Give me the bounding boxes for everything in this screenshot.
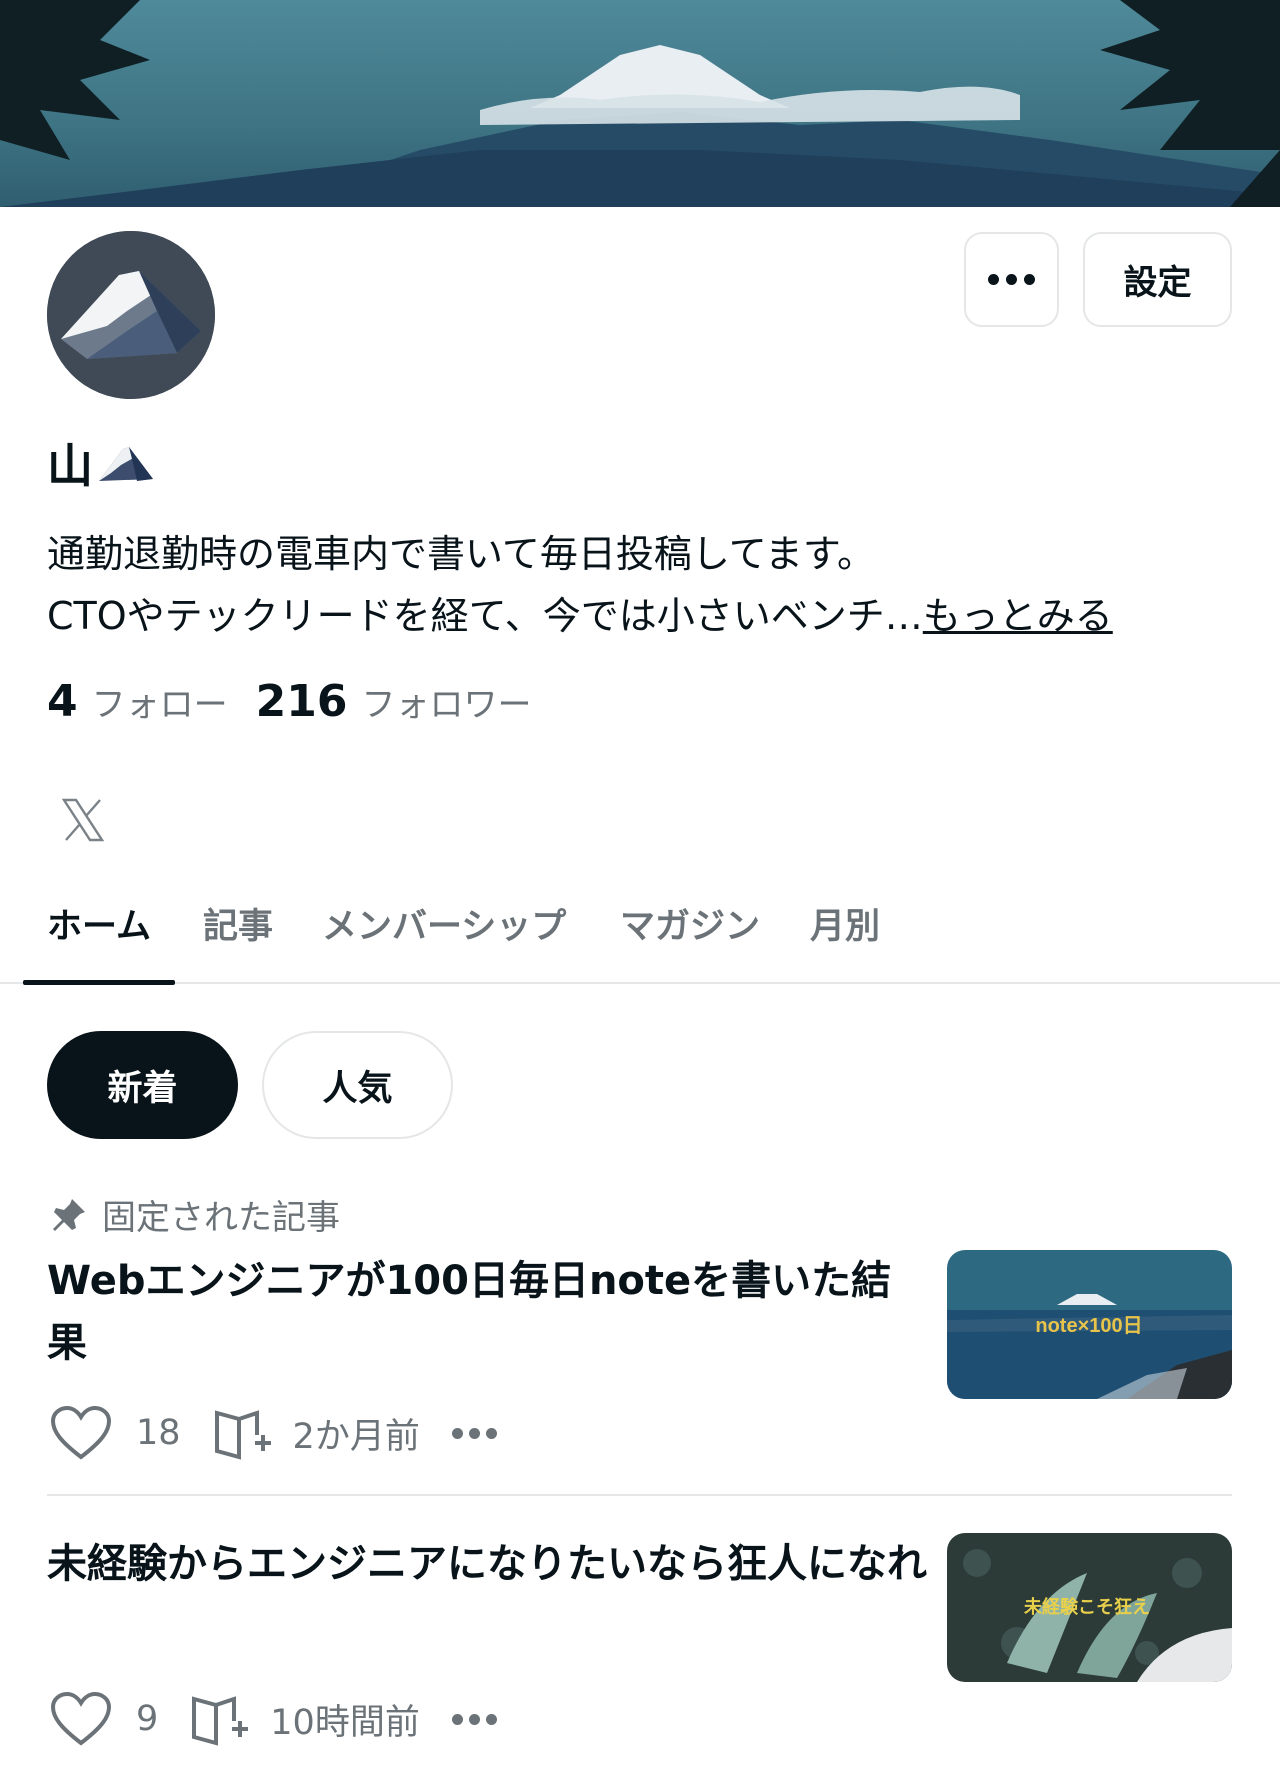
- pinned-label-text: 固定された記事: [102, 1198, 340, 1238]
- tab-home[interactable]: ホーム: [23, 890, 175, 985]
- avatar[interactable]: [47, 231, 215, 399]
- article-time: 10時間前: [270, 1702, 420, 1743]
- article-time: 2か月前: [292, 1416, 420, 1457]
- pinned-label: 固定された記事: [50, 1190, 340, 1239]
- profile-tabs: ホーム 記事 メンバーシップ マガジン 月別: [0, 890, 1280, 985]
- follower-label[interactable]: フォロワー: [361, 677, 531, 726]
- filter-popular-button[interactable]: 人気: [262, 1031, 453, 1139]
- bio-line-2: CTOやテックリードを経て、今では小さいベンチ…もっとみる: [47, 585, 1247, 647]
- follow-label[interactable]: フォロー: [92, 677, 228, 726]
- like-count: 9: [136, 1699, 159, 1739]
- article-more-icon[interactable]: [451, 1427, 497, 1439]
- divider: [47, 1494, 1232, 1496]
- follower-count[interactable]: 216: [256, 676, 348, 727]
- bio-line-1: 通勤退勤時の電車内で書いて毎日投稿してます。: [47, 532, 876, 576]
- x-twitter-icon[interactable]: [62, 798, 104, 842]
- article-more-icon[interactable]: [451, 1713, 497, 1725]
- bio-line-2-text: CTOやテックリードを経て、今では小さいベンチ…: [47, 594, 923, 638]
- filter-new-button[interactable]: 新着: [47, 1031, 238, 1139]
- profile-name: 山: [47, 430, 155, 496]
- follow-count[interactable]: 4: [47, 676, 78, 727]
- article-title[interactable]: 未経験からエンジニアになりたいなら狂人になれ: [47, 1533, 927, 1595]
- article-thumbnail[interactable]: note×100日: [947, 1250, 1232, 1399]
- tab-magazine[interactable]: マガジン: [620, 890, 760, 984]
- thumb-text: note×100日: [1035, 1315, 1142, 1337]
- see-more-link[interactable]: もっとみる: [923, 594, 1113, 638]
- heart-icon[interactable]: [50, 1405, 112, 1461]
- tab-monthly[interactable]: 月別: [810, 890, 880, 984]
- article-meta: 9 10時間前: [50, 1691, 497, 1747]
- snow-capped-mountain-icon: [99, 447, 153, 481]
- tab-membership[interactable]: メンバーシップ: [322, 890, 566, 984]
- profile-name-text: 山: [47, 439, 93, 493]
- thumb-text: 未経験こそ狂え: [1024, 1596, 1150, 1617]
- pin-icon: [53, 1198, 85, 1231]
- follow-stats: 4 フォロー 216 フォロワー: [47, 676, 531, 727]
- more-options-button[interactable]: [964, 232, 1059, 327]
- add-to-magazine-icon[interactable]: [211, 1405, 273, 1461]
- profile-bio: 通勤退勤時の電車内で書いて毎日投稿してます。 CTOやテックリードを経て、今では…: [47, 523, 1247, 647]
- settings-button[interactable]: 設定: [1083, 232, 1232, 327]
- article-meta: 18 2か月前: [50, 1405, 497, 1461]
- article-thumbnail[interactable]: 未経験こそ狂え: [947, 1533, 1232, 1682]
- ellipsis-icon: [988, 274, 1035, 285]
- add-to-magazine-icon[interactable]: [188, 1691, 250, 1747]
- tab-articles[interactable]: 記事: [203, 890, 273, 984]
- heart-icon[interactable]: [50, 1691, 112, 1747]
- like-count: 18: [136, 1413, 181, 1453]
- article-title[interactable]: Webエンジニアが100日毎日noteを書いた結果: [47, 1250, 927, 1374]
- cover-image: [0, 0, 1280, 207]
